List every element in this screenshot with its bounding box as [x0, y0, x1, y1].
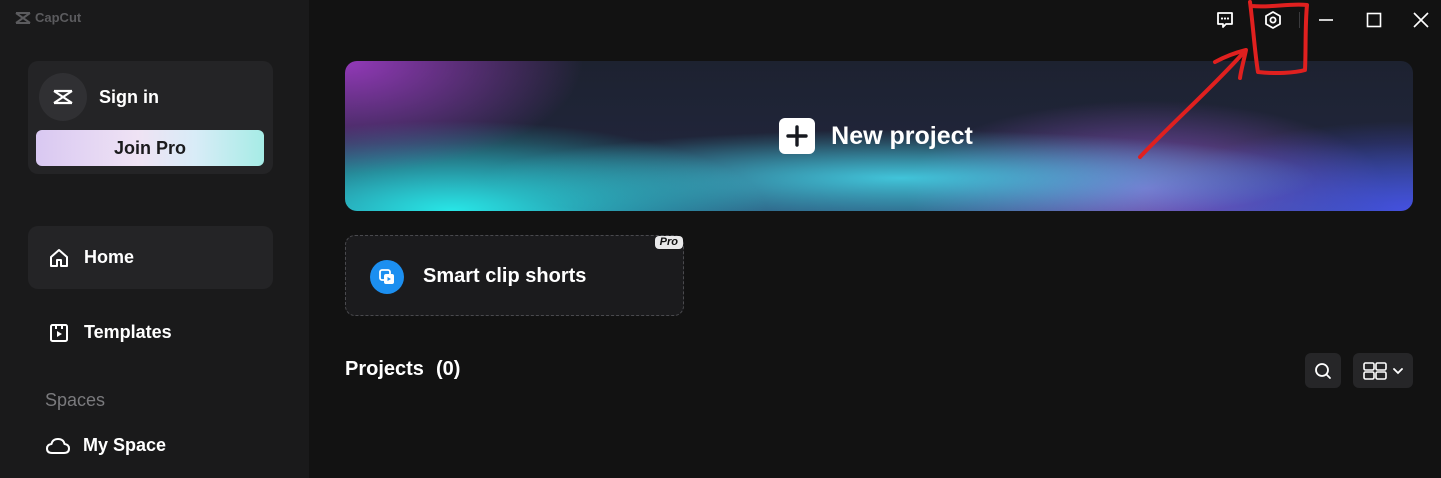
settings-icon — [1265, 11, 1281, 29]
smart-clip-icon — [370, 260, 404, 294]
view-mode-dropdown[interactable] — [1353, 353, 1413, 388]
cloud-icon — [46, 437, 70, 454]
home-icon — [50, 248, 68, 267]
projects-count: (0) — [435, 358, 461, 380]
new-project-content: New project — [345, 61, 1413, 211]
capcut-window: CapCut Sign in Join Pro Home Templates S… — [0, 0, 1441, 478]
spaces-heading: Spaces — [45, 390, 106, 410]
capcut-avatar-icon — [53, 89, 73, 105]
pro-badge: Pro — [654, 236, 683, 249]
sidebar-item-my-space[interactable]: My Space — [45, 435, 166, 456]
maximize-button[interactable] — [1359, 6, 1389, 34]
minimize-button[interactable] — [1311, 6, 1341, 34]
sidebar-item-label: Templates — [84, 322, 172, 342]
brand-logo: CapCut — [15, 10, 81, 25]
grid-view-icon — [1363, 361, 1387, 380]
sidebar: CapCut Sign in Join Pro Home Templates S… — [0, 0, 309, 478]
avatar[interactable] — [39, 73, 87, 121]
sidebar-item-templates[interactable]: Templates — [28, 301, 273, 364]
plus-icon — [779, 118, 816, 154]
projects-heading: Projects (0) — [345, 358, 460, 381]
templates-icon — [50, 323, 68, 342]
projects-title: Projects — [345, 358, 424, 380]
brand-name: CapCut — [35, 10, 82, 25]
project-search-button[interactable] — [1305, 353, 1341, 388]
smart-clip-shorts-card[interactable]: Smart clip shorts Pro — [345, 235, 684, 316]
sidebar-item-label: Home — [84, 247, 135, 267]
new-project-label: New project — [831, 121, 973, 150]
sign-in-link[interactable]: Sign in — [99, 87, 159, 108]
sidebar-item-label: My Space — [83, 435, 167, 455]
close-icon — [1413, 12, 1429, 28]
close-button[interactable] — [1406, 6, 1436, 34]
minimize-icon — [1319, 19, 1333, 21]
feedback-button[interactable] — [1210, 6, 1240, 34]
capcut-logo-icon — [15, 11, 31, 24]
feedback-icon — [1217, 12, 1233, 28]
chevron-down-icon — [1393, 367, 1403, 374]
account-card: Sign in Join Pro — [28, 61, 273, 174]
smart-clip-label: Smart clip shorts — [423, 265, 587, 287]
settings-button[interactable] — [1258, 6, 1288, 34]
maximize-icon — [1366, 12, 1382, 28]
new-project-button[interactable]: New project — [345, 61, 1413, 211]
join-pro-button[interactable]: Join Pro — [36, 130, 264, 166]
titlebar-divider — [1299, 12, 1300, 28]
sidebar-item-home[interactable]: Home — [28, 226, 273, 289]
search-icon — [1315, 362, 1331, 379]
